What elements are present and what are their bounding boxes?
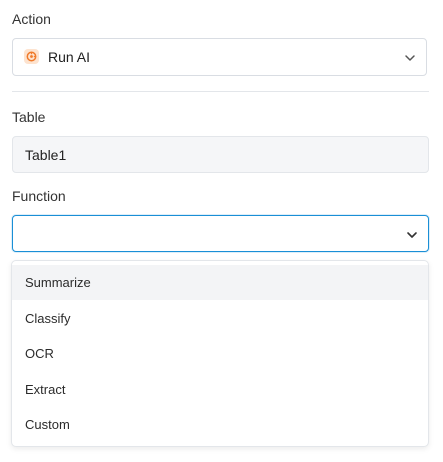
action-select-value: Run AI [48, 49, 91, 65]
chevron-down-icon [406, 228, 418, 240]
dropdown-option-summarize[interactable]: Summarize [12, 265, 428, 300]
table-field-value: Table1 [25, 147, 67, 163]
action-select[interactable]: Run AI [12, 38, 427, 76]
chevron-down-icon [404, 51, 416, 63]
ai-icon [24, 49, 39, 64]
table-label: Table [12, 109, 46, 125]
function-label: Function [12, 188, 66, 204]
dropdown-option-ocr[interactable]: OCR [12, 336, 428, 371]
dropdown-option-extract[interactable]: Extract [12, 372, 428, 407]
dropdown-option-classify[interactable]: Classify [12, 301, 428, 336]
dropdown-option-custom[interactable]: Custom [12, 407, 428, 442]
function-select[interactable] [12, 215, 429, 252]
section-divider [12, 91, 429, 92]
action-label: Action [12, 11, 51, 27]
function-dropdown-menu: Summarize Classify OCR Extract Custom [11, 260, 429, 447]
action-config-panel: Action Run AI Table Table1 Function Summ… [0, 0, 443, 462]
table-field: Table1 [12, 136, 429, 173]
